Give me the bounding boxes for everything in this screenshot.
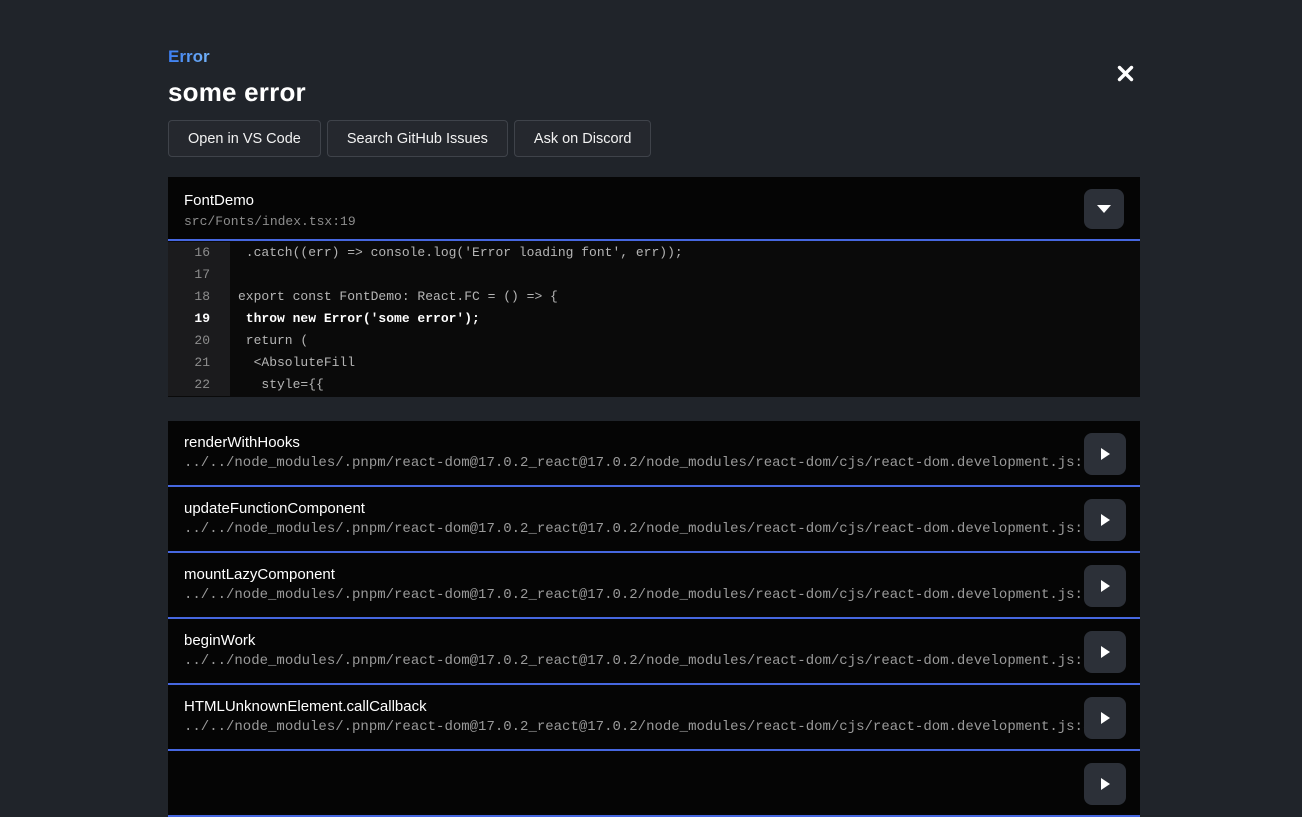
- line-code-text: throw new Error('some error');: [230, 308, 480, 330]
- line-code-text: return (: [230, 330, 308, 352]
- stack-frame: mountLazyComponent ../../node_modules/.p…: [168, 553, 1140, 619]
- code-frame-panel: FontDemo src/Fonts/index.tsx:19 16 .catc…: [168, 177, 1140, 397]
- error-message-title: some error: [168, 77, 306, 108]
- stack-frame-location: ../../node_modules/.pnpm/react-dom@17.0.…: [184, 586, 1124, 604]
- chevron-right-icon: [1101, 712, 1110, 724]
- stack-frame-function: HTMLUnknownElement.callCallback: [184, 697, 1124, 716]
- stack-frame-location: ../../node_modules/.pnpm/react-dom@17.0.…: [184, 454, 1124, 472]
- chevron-right-icon: [1101, 580, 1110, 592]
- stack-frame-function: mountLazyComponent: [184, 565, 1124, 584]
- line-number: 20: [168, 330, 230, 352]
- collapse-code-frame-button[interactable]: [1084, 189, 1124, 229]
- chevron-right-icon: [1101, 448, 1110, 460]
- expand-stack-frame-button[interactable]: [1084, 631, 1126, 673]
- line-number: 17: [168, 264, 230, 286]
- line-number: 18: [168, 286, 230, 308]
- stack-frame: beginWork ../../node_modules/.pnpm/react…: [168, 619, 1140, 685]
- stack-frame-location: ../../node_modules/.pnpm/react-dom@17.0.…: [184, 718, 1124, 736]
- stack-frame-function: renderWithHooks: [184, 433, 1124, 452]
- stack-frame-function: beginWork: [184, 631, 1124, 650]
- code-line: 22 style={{: [168, 374, 1140, 396]
- stack-frame: updateFunctionComponent ../../node_modul…: [168, 487, 1140, 553]
- line-number: 19: [168, 308, 230, 330]
- close-button[interactable]: [1110, 58, 1140, 88]
- line-code-text: export const FontDemo: React.FC = () => …: [230, 286, 558, 308]
- error-type-label: Error: [168, 47, 210, 67]
- ask-on-discord-button[interactable]: Ask on Discord: [514, 120, 652, 157]
- code-line: 21 <AbsoluteFill: [168, 352, 1140, 374]
- line-code-text: [230, 264, 238, 286]
- stack-frame: HTMLUnknownElement.callCallback ../../no…: [168, 685, 1140, 751]
- action-button-row: Open in VS Code Search GitHub Issues Ask…: [168, 120, 651, 157]
- chevron-right-icon: [1101, 778, 1110, 790]
- stack-frame: renderWithHooks ../../node_modules/.pnpm…: [168, 421, 1140, 487]
- code-line: 16 .catch((err) => console.log('Error lo…: [168, 242, 1140, 264]
- code-line: 18 export const FontDemo: React.FC = () …: [168, 286, 1140, 308]
- line-code-text: <AbsoluteFill: [230, 352, 355, 374]
- chevron-right-icon: [1101, 646, 1110, 658]
- code-frame-header: FontDemo src/Fonts/index.tsx:19: [168, 177, 1140, 241]
- expand-stack-frame-button[interactable]: [1084, 697, 1126, 739]
- chevron-down-icon: [1097, 205, 1111, 213]
- line-code-text: style={{: [230, 374, 324, 396]
- expand-stack-frame-button[interactable]: [1084, 565, 1126, 607]
- code-line: 19 throw new Error('some error');: [168, 308, 1140, 330]
- code-listing: 16 .catch((err) => console.log('Error lo…: [168, 241, 1140, 397]
- expand-stack-frame-button[interactable]: [1084, 433, 1126, 475]
- stack-frame-list: renderWithHooks ../../node_modules/.pnpm…: [168, 421, 1140, 817]
- expand-stack-frame-button[interactable]: [1084, 499, 1126, 541]
- search-github-issues-button[interactable]: Search GitHub Issues: [327, 120, 508, 157]
- code-line: 17: [168, 264, 1140, 286]
- stack-frame-location: ../../node_modules/.pnpm/react-dom@17.0.…: [184, 652, 1124, 670]
- line-number: 16: [168, 242, 230, 264]
- expand-stack-frame-button[interactable]: [1084, 763, 1126, 805]
- stack-frame: [168, 751, 1140, 817]
- chevron-right-icon: [1101, 514, 1110, 526]
- open-in-vscode-button[interactable]: Open in VS Code: [168, 120, 321, 157]
- line-code-text: .catch((err) => console.log('Error loadi…: [230, 242, 683, 264]
- code-line: 20 return (: [168, 330, 1140, 352]
- stack-frame-function: updateFunctionComponent: [184, 499, 1124, 518]
- line-number: 22: [168, 374, 230, 396]
- stack-frame-location: ../../node_modules/.pnpm/react-dom@17.0.…: [184, 520, 1124, 538]
- line-number: 21: [168, 352, 230, 374]
- code-frame-source-location: src/Fonts/index.tsx:19: [184, 214, 1124, 230]
- close-icon: [1116, 64, 1135, 83]
- code-frame-function-name: FontDemo: [184, 192, 1124, 210]
